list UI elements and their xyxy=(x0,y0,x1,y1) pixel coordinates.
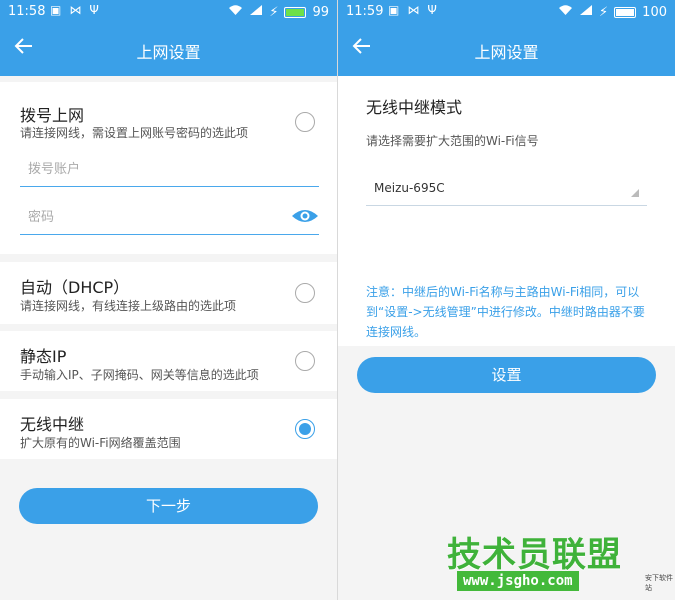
share-icon: ⋈ xyxy=(69,3,82,17)
dhcp-title: 自动（DHCP） xyxy=(20,278,130,297)
watermark-url: www.jsgho.com xyxy=(457,571,579,591)
dialup-option[interactable]: 拨号上网 请连接网线，需设置上网账号密码的选此项 xyxy=(0,82,337,254)
app-bar: 上网设置 xyxy=(0,24,337,76)
image-icon: ▣ xyxy=(50,3,62,17)
status-time: 11:58 xyxy=(8,4,46,19)
dialup-title: 拨号上网 xyxy=(20,106,85,125)
battery-level: 99 xyxy=(312,4,329,20)
repeater-title: 无线中继 xyxy=(20,415,85,434)
static-ip-radio[interactable] xyxy=(295,351,315,371)
static-ip-option[interactable]: 静态IP 手动输入IP、子网掩码、网关等信息的选此项 xyxy=(0,331,337,391)
static-ip-title: 静态IP xyxy=(20,347,67,366)
status-bar: 11:58 ▣ ⋈ Ψ ⚡ 99 xyxy=(0,0,337,24)
dhcp-option[interactable]: 自动（DHCP） 请连接网线，有线连接上级路由的选此项 xyxy=(0,262,337,324)
repeater-subtitle: 扩大原有的Wi-Fi网络覆盖范围 xyxy=(20,436,181,450)
status-bar: 11:59 ▣ ⋈ Ψ ⚡ 100 xyxy=(338,0,675,24)
charging-icon: ⚡ xyxy=(599,4,609,20)
usb-icon: Ψ xyxy=(89,3,99,17)
eye-icon[interactable] xyxy=(291,208,319,228)
page-title: 上网设置 xyxy=(136,43,201,62)
watermark-small-text: 安下软件站 xyxy=(645,574,673,592)
battery-icon xyxy=(614,6,637,18)
repeater-option[interactable]: 无线中继 扩大原有的Wi-Fi网络覆盖范围 xyxy=(0,399,337,459)
page-title: 上网设置 xyxy=(474,43,539,62)
repeater-radio[interactable] xyxy=(295,419,315,439)
mode-title: 无线中继模式 xyxy=(366,98,463,117)
network-select[interactable]: Meizu-695C xyxy=(366,177,647,206)
watermark-text: 技术员联盟 xyxy=(447,535,622,575)
dialup-account-field[interactable] xyxy=(20,154,319,187)
wifi-icon xyxy=(228,4,243,20)
left-screen: 11:58 ▣ ⋈ Ψ ⚡ 99 上网设置 拨号上网 请连接网线，需设置上网账号… xyxy=(0,0,337,600)
wifi-icon xyxy=(558,4,573,20)
dialup-radio[interactable] xyxy=(295,112,315,132)
image-icon: ▣ xyxy=(388,3,400,17)
battery-icon xyxy=(284,6,307,18)
static-ip-subtitle: 手动输入IP、子网掩码、网关等信息的选此项 xyxy=(20,368,259,382)
share-icon: ⋈ xyxy=(407,3,420,17)
dhcp-subtitle: 请连接网线，有线连接上级路由的选此项 xyxy=(20,299,237,313)
charging-icon: ⚡ xyxy=(269,4,279,20)
dialup-subtitle: 请连接网线，需设置上网账号密码的选此项 xyxy=(20,126,249,140)
dialup-account-input[interactable] xyxy=(20,154,268,184)
selected-network: Meizu-695C xyxy=(374,181,445,195)
dialup-password-input[interactable] xyxy=(20,202,268,232)
dropdown-caret-icon xyxy=(631,189,639,197)
mode-description: 请选择需要扩大范围的Wi-Fi信号 xyxy=(366,134,539,148)
app-bar: 上网设置 xyxy=(338,24,675,76)
set-button[interactable]: 设置 xyxy=(357,357,656,393)
dhcp-radio[interactable] xyxy=(295,283,315,303)
repeater-note: 注意：中继后的Wi-Fi名称与主路由Wi-Fi相同，可以到“设置->无线管理”中… xyxy=(366,285,645,339)
usb-icon: Ψ xyxy=(427,3,437,17)
status-time: 11:59 xyxy=(346,4,384,19)
signal-icon xyxy=(249,4,263,20)
battery-level: 100 xyxy=(642,4,667,20)
signal-icon xyxy=(579,4,593,20)
right-screen: 11:59 ▣ ⋈ Ψ ⚡ 100 上网设置 无线中继模式 请选择需要扩大范围的… xyxy=(338,0,675,600)
watermark-logo: 技术员联盟 www.jsgho.com 安下软件站 xyxy=(447,527,673,597)
dialup-password-field[interactable] xyxy=(20,202,319,235)
next-button[interactable]: 下一步 xyxy=(19,488,318,524)
